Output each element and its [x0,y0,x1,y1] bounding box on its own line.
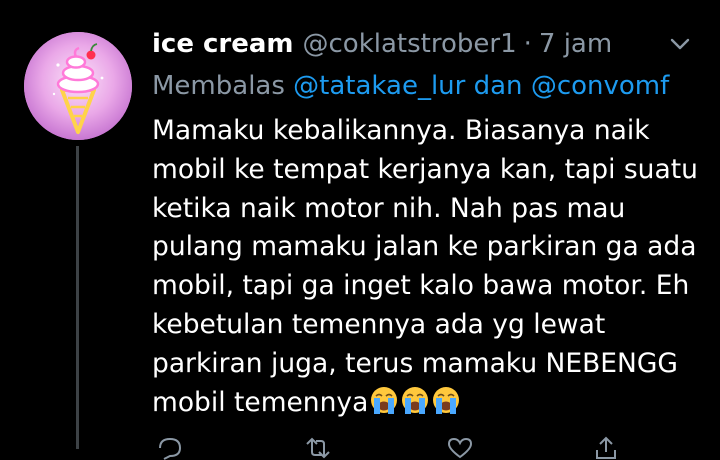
mention-link[interactable]: @tatakae_lur [293,71,465,101]
tweet-text-line: pulang mamaku jalan ke parkiran ga ada [152,231,697,263]
chevron-down-icon[interactable] [666,30,694,58]
tweet-text-line: parkiran juga, terus mamaku NEBENGG [152,347,678,379]
tweet-text-line: kebetulan temennya ada yg lewat [152,308,606,340]
tweet-text-line: Mamaku kebalikannya. Biasanya naik [152,115,650,146]
avatar[interactable] [24,32,132,140]
tweet-text-line: mobil temennya [152,386,369,418]
tweet-text: Mamaku kebalikannya. Biasanya naik mobil… [152,112,712,422]
loudly-crying-face-icon [433,386,460,414]
tweet-text-line: mobil, tapi ga inget kalo bawa motor. Eh [152,270,690,302]
like-icon[interactable] [446,436,474,460]
tweet-text-line: ketika naik motor nih. Nah pas mau [152,192,626,224]
replying-to-joiner: dan [473,71,523,101]
separator-dot: · [523,29,532,59]
tweet-header: ice cream @coklatstrober1 · 7 jam [152,24,612,64]
tweet[interactable]: ice cream @coklatstrober1 · 7 jam Membal… [0,0,720,460]
share-icon[interactable] [592,436,620,460]
loudly-crying-face-icon [371,386,398,414]
tweet-actions [152,436,632,460]
tweet-text-line-last: mobil temennya [152,384,712,423]
timestamp[interactable]: 7 jam [539,29,612,59]
display-name[interactable]: ice cream [152,29,294,59]
loudly-crying-face-icon [402,386,429,414]
ice-cream-icon [24,32,132,140]
thread-line [76,146,79,449]
user-handle[interactable]: @coklatstrober1 [303,29,517,59]
replying-to-label: Membalas [152,71,285,101]
mention-link[interactable]: @convomf [531,71,669,101]
reply-icon[interactable] [156,436,184,460]
replying-to: Membalas @tatakae_lur dan @convomf [152,66,669,106]
retweet-icon[interactable] [304,436,332,460]
tweet-text-line: mobil ke tempat kerjanya kan, tapi suatu [152,153,698,185]
